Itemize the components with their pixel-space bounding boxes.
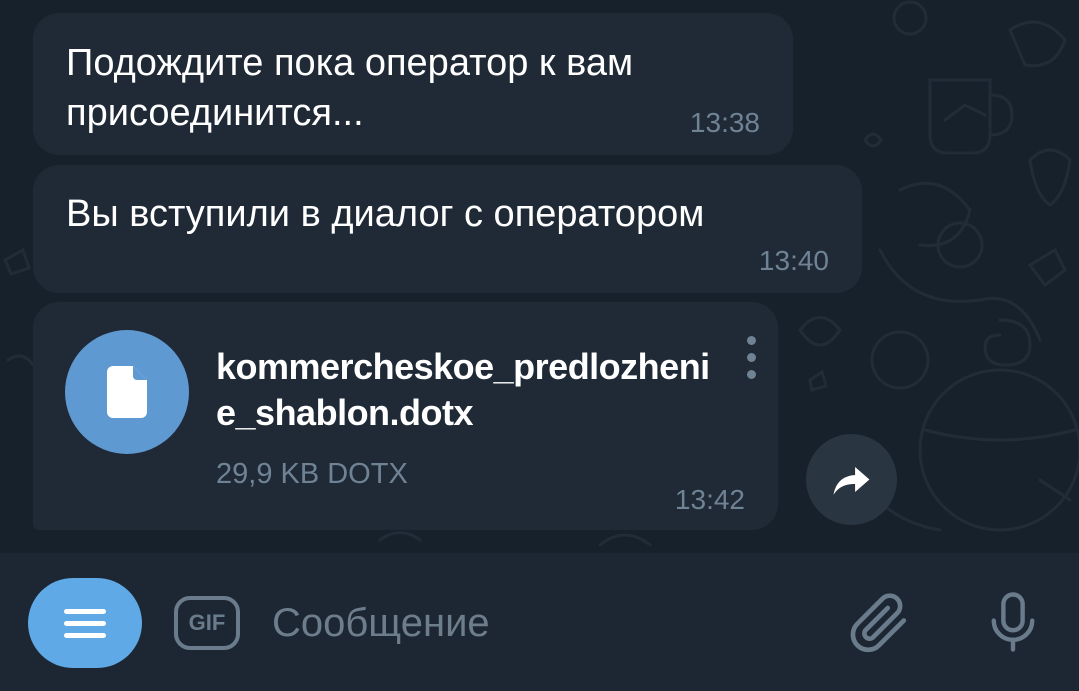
file-size: 29,9 KB DOTX xyxy=(216,458,408,490)
file-name[interactable]: kommercheskoe_predlozhenie_shablon.dotx xyxy=(216,344,716,436)
forward-arrow-icon xyxy=(833,466,870,495)
message-bubble[interactable]: Подождите пока оператор к вам присоедини… xyxy=(33,13,793,155)
document-icon xyxy=(107,366,147,418)
message-input-bar: GIF xyxy=(0,553,1079,691)
paperclip-icon[interactable] xyxy=(844,586,914,658)
message-time: 13:38 xyxy=(689,107,760,138)
file-message-bubble[interactable]: kommercheskoe_predlozhenie_shablon.dotx … xyxy=(33,302,778,530)
gif-button[interactable]: GIF xyxy=(174,596,240,650)
chat-area[interactable]: Подождите пока оператор к вам присоедини… xyxy=(0,0,1079,553)
message-time: 13:40 xyxy=(758,245,829,276)
message-bubble[interactable]: Вы вступили в диалог с оператором 13:40 xyxy=(33,165,862,293)
forward-button[interactable] xyxy=(806,434,897,525)
message-input[interactable] xyxy=(272,593,792,653)
microphone-icon[interactable] xyxy=(980,586,1046,658)
message-text: Вы вступили в диалог с оператором xyxy=(66,193,705,235)
more-options-icon[interactable] xyxy=(744,336,758,384)
message-time: 13:42 xyxy=(674,484,745,515)
file-download-button[interactable] xyxy=(65,330,189,454)
menu-button[interactable] xyxy=(28,578,142,668)
message-text: Подождите пока оператор к вам присоедини… xyxy=(66,42,634,134)
